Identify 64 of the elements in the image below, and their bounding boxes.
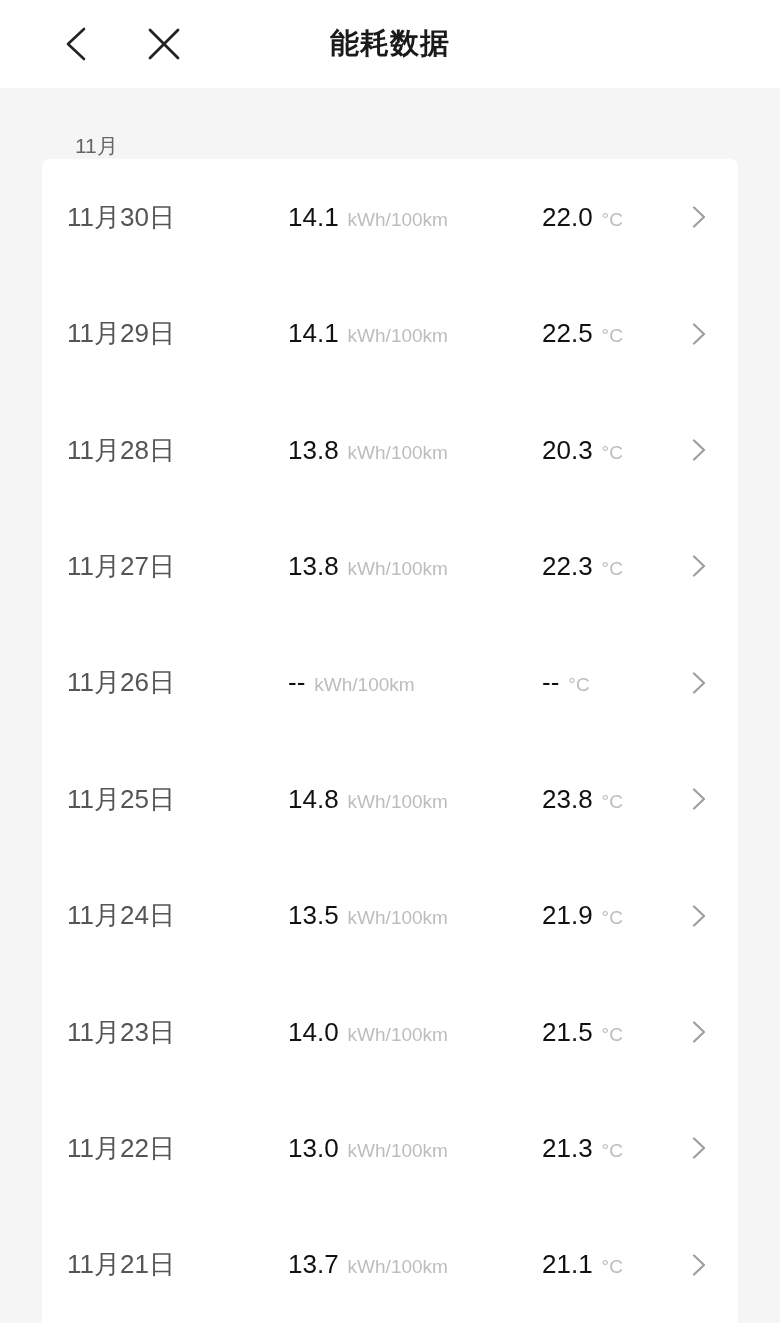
consumption-value: 14.1 [288,201,339,233]
date-label: 11月25日 [67,782,175,816]
chevron-right-icon[interactable] [692,206,706,229]
close-icon [148,28,180,60]
temperature-unit: °C [601,907,623,930]
chevron-right-icon[interactable] [692,671,706,694]
temperature-value: 20.3 [542,434,593,466]
temperature-unit: °C [601,441,623,464]
temperature-unit: °C [601,1256,623,1279]
temperature-value: 22.5 [542,318,593,350]
temperature-unit: °C [601,325,623,348]
chevron-right-icon[interactable] [692,1253,706,1276]
date-label: 11月29日 [67,317,175,351]
consumption-value: -- [288,667,306,699]
consumption-value: 14.1 [288,318,339,350]
chevron-right-icon[interactable] [692,439,706,462]
consumption-unit: kWh/100km [347,208,448,231]
consumption-unit: kWh/100km [347,1139,448,1162]
chevron-right-icon[interactable] [692,788,706,811]
date-label: 11月26日 [67,666,175,700]
back-icon [65,27,87,61]
consumption-unit: kWh/100km [347,790,448,813]
temperature-value: 21.1 [542,1249,593,1281]
consumption-unit: kWh/100km [347,907,448,930]
temperature-value: 21.3 [542,1132,593,1164]
consumption-unit: kWh/100km [347,557,448,580]
consumption-unit: kWh/100km [347,441,448,464]
temperature-unit: °C [601,1023,623,1046]
consumption-value: 13.0 [288,1132,339,1164]
temperature-unit: °C [601,790,623,813]
consumption-value: 14.8 [288,783,339,815]
page-title: 能耗数据 [330,26,450,61]
temperature-value: 22.3 [542,550,593,582]
consumption-value: 13.8 [288,550,339,582]
consumption-value: 13.5 [288,900,339,932]
date-label: 11月21日 [67,1248,175,1282]
consumption-unit: kWh/100km [314,674,415,697]
consumption-value: 13.8 [288,434,339,466]
date-label: 11月23日 [67,1015,175,1049]
temperature-value: -- [542,667,560,699]
chevron-right-icon[interactable] [692,322,706,345]
consumption-value: 14.0 [288,1016,339,1048]
date-label: 11月28日 [67,433,175,467]
date-label: 11月27日 [67,549,175,583]
consumption-unit: kWh/100km [347,325,448,348]
temperature-unit: °C [601,557,623,580]
temperature-unit: °C [568,674,590,697]
month-heading: 11月 [75,134,118,157]
temperature-unit: °C [601,1139,623,1162]
date-label: 11月24日 [67,899,175,933]
consumption-unit: kWh/100km [347,1256,448,1279]
chevron-right-icon[interactable] [692,1021,706,1043]
consumption-unit: kWh/100km [347,1023,448,1046]
chevron-right-icon[interactable] [692,1137,706,1160]
temperature-value: 23.8 [542,783,593,815]
date-label: 11月30日 [67,200,175,234]
temperature-unit: °C [601,208,623,231]
temperature-value: 21.5 [542,1016,593,1048]
temperature-value: 22.0 [542,201,593,233]
chevron-right-icon[interactable] [692,555,706,578]
date-label: 11月22日 [67,1131,175,1165]
chevron-right-icon[interactable] [692,904,706,927]
consumption-value: 13.7 [288,1249,339,1281]
temperature-value: 21.9 [542,900,593,932]
